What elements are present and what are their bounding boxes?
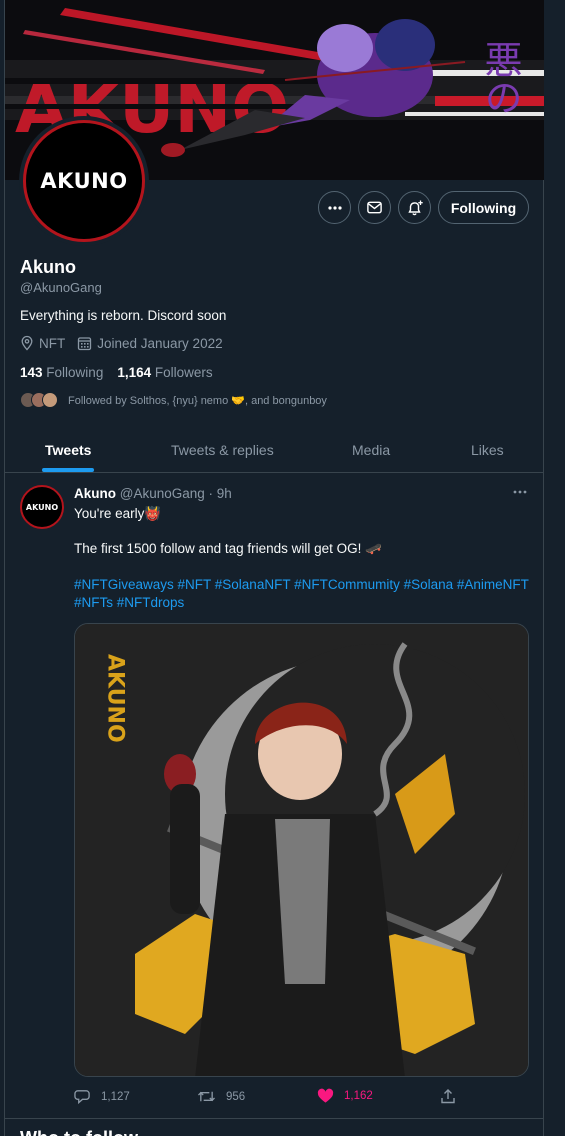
profile-column: AKUNO 悪の AKUNO Following Akuno @AkunoGan… [4, 0, 544, 1136]
tab-tweets[interactable]: Tweets [45, 426, 91, 473]
profile-tabs: Tweets Tweets & replies Media Likes [5, 426, 544, 473]
tweet-handle-time[interactable]: @AkunoGang · 9h [120, 486, 232, 501]
following-label: Following [46, 365, 104, 380]
share-action[interactable] [440, 1088, 466, 1105]
tweet-text-line2: The first 1500 follow and tag friends wi… [74, 541, 382, 556]
followers-count: 1,164 [117, 365, 152, 380]
calendar-icon [78, 336, 92, 350]
notification-add-icon [407, 200, 423, 215]
tweet-text-line1: You're early👹 [74, 506, 162, 521]
banner-kanji: 悪の [478, 40, 522, 116]
profile-location: NFT [20, 335, 65, 351]
profile-name: Akuno [20, 257, 76, 277]
tweet-author-name[interactable]: Akuno [74, 486, 116, 501]
share-icon [441, 1089, 455, 1104]
message-button[interactable] [358, 191, 391, 224]
retweet-icon [198, 1091, 215, 1102]
heart-icon [317, 1088, 334, 1103]
location-text: NFT [39, 335, 66, 351]
media-vertical-wordmark: AKUNO [103, 654, 128, 743]
following-link[interactable]: 143 Following [20, 365, 103, 380]
tweet-more-button[interactable] [510, 484, 530, 500]
tab-media[interactable]: Media [352, 426, 390, 473]
tab-likes[interactable]: Likes [471, 426, 504, 473]
avatar-logo: AKUNO [23, 120, 145, 242]
profile-bio: Everything is reborn. Discord soon [20, 308, 227, 323]
reply-icon [74, 1090, 90, 1105]
following-count: 143 [20, 365, 43, 380]
profile-counts: 143 Following 1,164 Followers [20, 365, 213, 380]
more-icon [327, 205, 342, 210]
active-tab-indicator [42, 468, 94, 472]
tweet-avatar[interactable]: AKUNO [20, 485, 64, 529]
following-button[interactable]: Following [438, 191, 529, 224]
tweet-media-image[interactable]: AKUNO [74, 623, 529, 1077]
followers-label: Followers [154, 365, 213, 380]
joined-text: Joined January 2022 [97, 335, 223, 351]
profile-avatar[interactable]: AKUNO [19, 116, 149, 246]
followers-link[interactable]: 1,164 Followers [117, 365, 212, 380]
message-icon [367, 201, 382, 214]
follower-avatar [42, 392, 58, 408]
followed-by-text: Followed by Solthos, {nyu} nemo 🤝, and b… [68, 394, 327, 407]
tweet-hashtags[interactable]: #NFTGiveaways #NFT #SolanaNFT #NFTCommum… [74, 576, 536, 612]
profile-joined: Joined January 2022 [77, 335, 223, 351]
retweet-action[interactable]: 956 [197, 1088, 245, 1105]
reply-count: 1,127 [101, 1090, 130, 1103]
tweet-header: Akuno @AkunoGang · 9h [74, 486, 232, 501]
more-icon [513, 490, 527, 494]
location-icon [21, 335, 33, 351]
avatar-text: AKUNO [40, 169, 128, 193]
like-count: 1,162 [344, 1090, 373, 1102]
reply-action[interactable]: 1,127 [74, 1088, 130, 1105]
tab-tweets-replies[interactable]: Tweets & replies [171, 426, 274, 473]
like-action[interactable]: 1,162 [317, 1088, 373, 1104]
tweet-actions: 1,127 956 1,162 [74, 1088, 529, 1108]
tweet-divider [5, 1118, 544, 1119]
profile-handle: @AkunoGang [20, 280, 102, 295]
followed-by-row[interactable]: Followed by Solthos, {nyu} nemo 🤝, and b… [20, 392, 327, 408]
tweet-avatar-text: AKUNO [25, 502, 59, 512]
who-to-follow-heading: Who to follow [20, 1128, 138, 1136]
anime-character-artwork: AKUNO [75, 624, 528, 1076]
retweet-count: 956 [226, 1090, 246, 1103]
notifications-button[interactable] [398, 191, 431, 224]
profile-meta: NFT Joined January 2022 [20, 335, 235, 351]
more-button[interactable] [318, 191, 351, 224]
